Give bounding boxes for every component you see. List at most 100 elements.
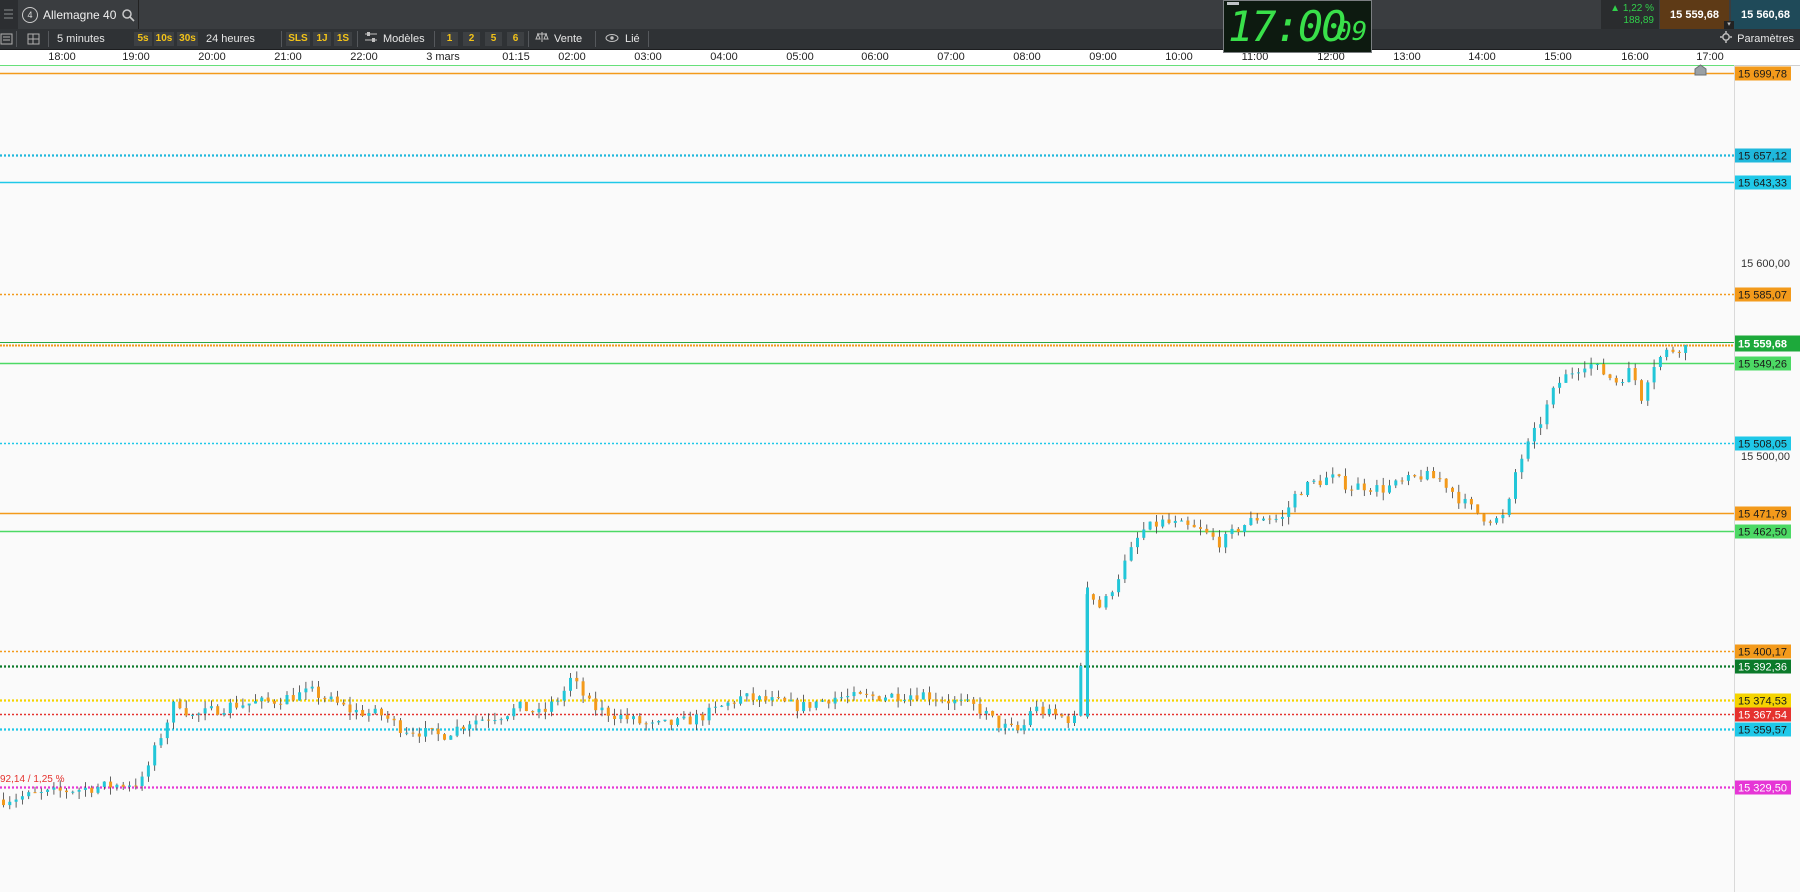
chart-canvas[interactable]: 15 699,78 15 657,12 15 643,33 15 585,07 15 5… bbox=[0, 65, 1800, 892]
time-tick: 17:00 bbox=[1696, 51, 1724, 63]
eye-icon bbox=[605, 30, 619, 48]
time-tick: 04:00 bbox=[710, 51, 738, 63]
layout-1[interactable]: 1 bbox=[441, 32, 458, 46]
level-label: 15 549,26 bbox=[1735, 356, 1791, 371]
time-tick: 14:00 bbox=[1468, 51, 1496, 63]
time-tick: 05:00 bbox=[786, 51, 814, 63]
svg-text:15 508,05: 15 508,05 bbox=[1738, 439, 1787, 451]
svg-text:15 400,17: 15 400,17 bbox=[1738, 647, 1787, 659]
instrument-divider bbox=[138, 0, 139, 29]
bell-icon[interactable] bbox=[1694, 63, 1707, 76]
menu-icon[interactable] bbox=[0, 0, 18, 29]
level-label: 15 462,50 bbox=[1735, 524, 1791, 539]
quote-change: ▲ 1,22 % 188,89 bbox=[1601, 0, 1659, 29]
candle bbox=[1104, 593, 1108, 610]
scale-icon bbox=[535, 30, 549, 48]
candle bbox=[1514, 469, 1517, 504]
digital-clock: 17:00 09 bbox=[1223, 0, 1372, 53]
time-tick: 21:00 bbox=[274, 51, 302, 63]
level-label: 15 392,36 bbox=[1735, 659, 1791, 674]
chart-toolbar: 5 minutes 5s 10s 30s 24 heures SLS 1J 1S… bbox=[0, 29, 1800, 50]
templates-button[interactable]: Modèles bbox=[364, 29, 425, 49]
quick-interval-5s[interactable]: 5s bbox=[134, 32, 152, 46]
time-tick: 03:00 bbox=[634, 51, 662, 63]
instrument-badge: 4 bbox=[22, 6, 38, 23]
time-tick: 22:00 bbox=[350, 51, 378, 63]
ask-price[interactable]: 15 560,68 bbox=[1731, 0, 1800, 29]
price-tick: 15 500,00 bbox=[1741, 451, 1790, 464]
time-tick: 16:00 bbox=[1621, 51, 1649, 63]
svg-text:15 657,12: 15 657,12 bbox=[1738, 151, 1787, 163]
svg-text:15 585,07: 15 585,07 bbox=[1738, 290, 1787, 302]
level-label: 15 367,54 bbox=[1735, 707, 1791, 722]
candle bbox=[443, 733, 446, 741]
templates-label: Modèles bbox=[383, 33, 425, 45]
layout-icon[interactable] bbox=[26, 29, 42, 49]
settings-button[interactable]: Paramètres bbox=[1720, 29, 1794, 49]
candle bbox=[1476, 504, 1480, 515]
time-tick: 06:00 bbox=[861, 51, 889, 63]
time-tick: 10:00 bbox=[1165, 51, 1193, 63]
trade-button[interactable]: Vente bbox=[535, 29, 582, 49]
bid-price[interactable]: 15 559,68 bbox=[1660, 0, 1729, 29]
svg-text:15 329,50: 15 329,50 bbox=[1738, 783, 1787, 795]
range-selector[interactable]: 24 heures bbox=[206, 29, 255, 49]
time-tick: 13:00 bbox=[1393, 51, 1421, 63]
time-tick: 15:00 bbox=[1544, 51, 1572, 63]
price-tick: 15 600,00 bbox=[1741, 258, 1790, 271]
level-label: 15 699,78 bbox=[1735, 66, 1791, 81]
time-tick: 18:00 bbox=[48, 51, 76, 63]
quick-interval-10s[interactable]: 10s bbox=[154, 32, 174, 46]
quick-interval-30s[interactable]: 30s bbox=[177, 32, 198, 46]
level-label: 15 471,79 bbox=[1735, 506, 1791, 521]
level-label: 15 643,33 bbox=[1735, 175, 1791, 190]
settings-label: Paramètres bbox=[1737, 33, 1794, 45]
quote-toggle-icon[interactable]: ▾ bbox=[1724, 21, 1734, 29]
list-icon[interactable] bbox=[0, 29, 14, 49]
svg-text:15 559,68: 15 559,68 bbox=[1738, 339, 1787, 351]
trade-label: Vente bbox=[554, 33, 583, 45]
layout-6[interactable]: 6 bbox=[507, 32, 524, 46]
svg-text:15 367,54: 15 367,54 bbox=[1738, 710, 1787, 722]
open-ref-label: 92,14 / 1,25 % bbox=[0, 774, 65, 785]
candle bbox=[524, 701, 528, 712]
change-percent: 1,22 % bbox=[1622, 3, 1654, 14]
price-chart[interactable]: 15 699,78 15 657,12 15 643,33 15 585,07 15 5… bbox=[0, 63, 1800, 892]
svg-text:15 359,57: 15 359,57 bbox=[1738, 725, 1787, 737]
layout-5[interactable]: 5 bbox=[485, 32, 502, 46]
candle bbox=[877, 695, 881, 702]
candle bbox=[1086, 581, 1089, 719]
time-tick: 02:00 bbox=[558, 51, 586, 63]
clock-time: 17:00 bbox=[1228, 2, 1346, 51]
period-sls[interactable]: SLS bbox=[286, 32, 310, 46]
svg-text:15 549,26: 15 549,26 bbox=[1738, 359, 1787, 371]
svg-text:15 699,78: 15 699,78 bbox=[1738, 69, 1787, 81]
time-tick: 01:15 bbox=[502, 51, 530, 63]
candle bbox=[1526, 438, 1530, 462]
svg-text:15 462,50: 15 462,50 bbox=[1738, 527, 1787, 539]
period-1j[interactable]: 1J bbox=[313, 32, 331, 46]
level-label: 15 329,50 bbox=[1735, 780, 1791, 795]
svg-text:15 374,53: 15 374,53 bbox=[1738, 696, 1787, 708]
level-label: 15 508,05 bbox=[1735, 436, 1791, 451]
search-icon[interactable] bbox=[121, 8, 135, 22]
time-tick: 08:00 bbox=[1013, 51, 1041, 63]
svg-text:15 392,36: 15 392,36 bbox=[1738, 662, 1787, 674]
level-label: 15 657,12 bbox=[1735, 148, 1791, 163]
period-1s[interactable]: 1S bbox=[334, 32, 352, 46]
level-label: 15 374,53 bbox=[1735, 693, 1791, 708]
candle bbox=[1640, 379, 1643, 404]
time-tick: 20:00 bbox=[198, 51, 226, 63]
last-price-label: 15 559,68 bbox=[1735, 335, 1800, 352]
interval-selector[interactable]: 5 minutes bbox=[57, 29, 105, 49]
candle bbox=[449, 735, 453, 740]
time-axis: 18:00 19:00 20:00 21:00 22:00 3 mars 01:15 02:0… bbox=[0, 50, 1800, 66]
candle bbox=[1306, 481, 1310, 497]
level-label: 15 359,57 bbox=[1735, 722, 1791, 737]
sliders-icon bbox=[364, 30, 378, 48]
layout-2[interactable]: 2 bbox=[463, 32, 480, 46]
time-tick: 09:00 bbox=[1089, 51, 1117, 63]
svg-text:15 643,33: 15 643,33 bbox=[1738, 178, 1787, 190]
linked-button[interactable]: Lié bbox=[605, 29, 640, 49]
instrument-selector[interactable]: 4 Allemagne 40 bbox=[22, 4, 135, 25]
